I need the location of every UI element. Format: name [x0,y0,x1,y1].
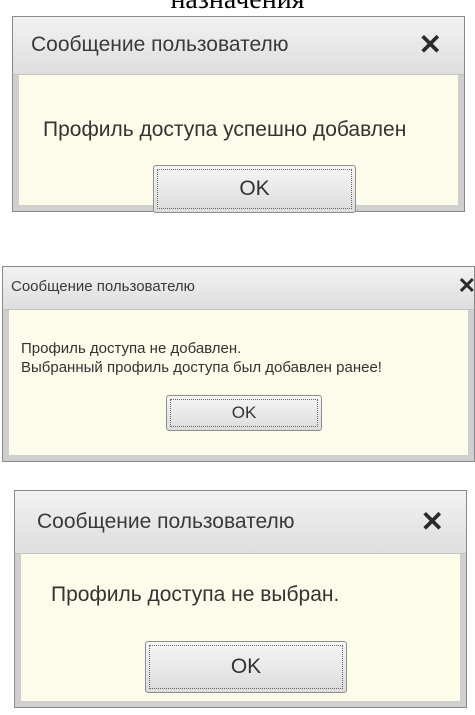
message-dialog-success: Сообщение пользователю ✕ Профиль доступа… [12,16,465,213]
close-icon[interactable]: ✕ [421,508,444,536]
ok-button-label: OK [230,655,262,678]
dialog-title: Сообщение пользователю [11,278,195,295]
ok-button[interactable]: OK [145,641,347,693]
dialog-message: Профиль доступа успешно добавлен [43,118,407,141]
close-icon[interactable]: ✕ [419,31,442,59]
dialog-titlebar: Сообщение пользователю ✕ [15,491,466,554]
dialog-titlebar: Сообщение пользователю ✕ [3,267,475,310]
ok-button-label: OK [231,403,257,422]
message-dialog-not-selected: Сообщение пользователю ✕ Профиль доступа… [14,490,467,708]
ok-button-label: OK [239,177,270,200]
ok-button[interactable]: OK [166,395,322,431]
close-icon[interactable]: ✕ [458,275,475,297]
dialog-title: Сообщение пользователю [31,33,289,56]
page: назначения Сообщение пользователю ✕ Проф… [0,0,475,715]
ok-button[interactable]: OK [153,165,356,213]
dialog-message-line: Выбранный профиль доступа был добавлен р… [21,359,382,376]
dialog-titlebar: Сообщение пользователю ✕ [13,17,464,75]
document-text-fragment: назначения [0,0,475,16]
dialog-message-line: Профиль доступа не добавлен. [21,340,242,357]
dialog-message: Профиль доступа не добавлен. Выбранный п… [21,339,382,377]
message-dialog-already-added: Сообщение пользователю ✕ Профиль доступа… [2,266,475,462]
dialog-title: Сообщение пользователю [37,510,295,533]
dialog-message: Профиль доступа не выбран. [51,583,340,606]
